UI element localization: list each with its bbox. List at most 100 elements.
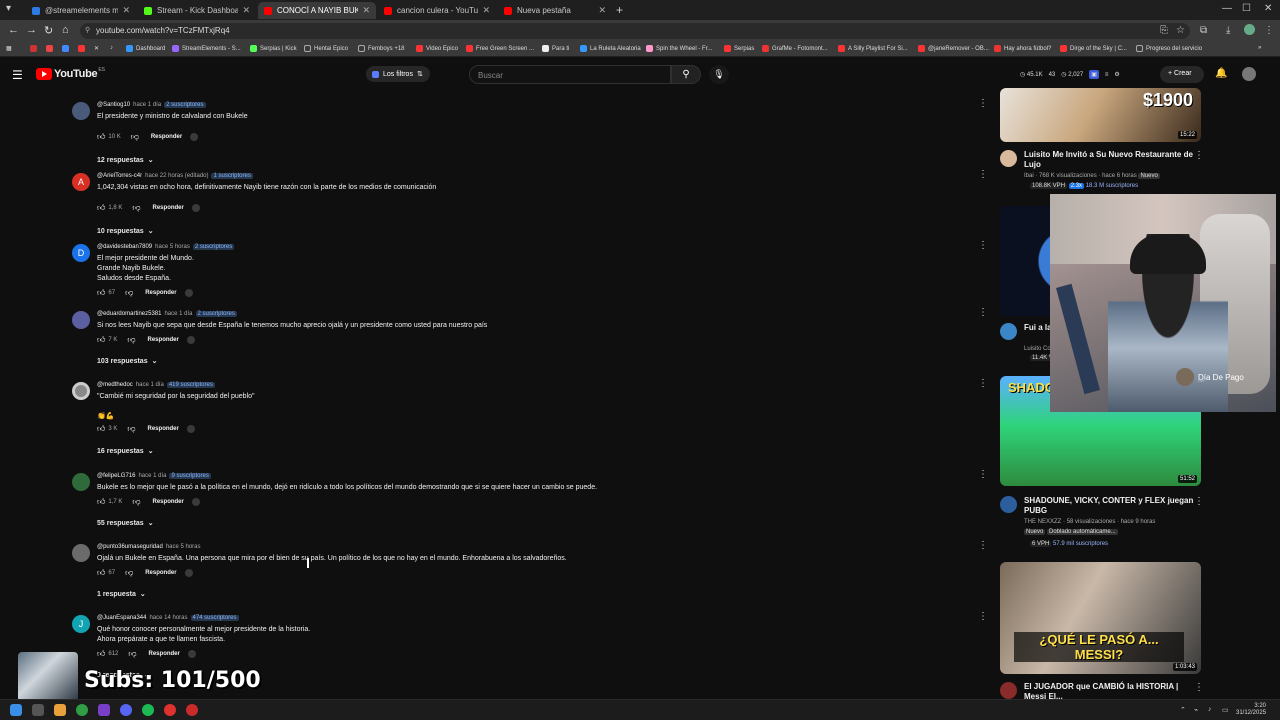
avatar[interactable] xyxy=(72,473,90,491)
list-icon[interactable]: ≡ xyxy=(1105,72,1109,78)
replies-toggle[interactable]: 55 respuestas ⌄ xyxy=(97,519,154,527)
video-thumbnail[interactable]: ¿QUÉ LE PASÓ A... MESSI? 1:03:43 xyxy=(1000,562,1201,674)
close-window-icon[interactable]: ✕ xyxy=(1264,3,1272,14)
bookmark-hentai-epico[interactable]: Hentai Epico xyxy=(304,45,348,52)
avatar[interactable] xyxy=(72,311,90,329)
replies-toggle[interactable]: 10 respuestas ⌄ xyxy=(97,227,154,235)
tab-nueva-pestana[interactable]: Nueva pestaña ✕ xyxy=(498,2,612,19)
channel-avatar[interactable] xyxy=(1000,150,1017,167)
extensions-icon[interactable]: ⧉ xyxy=(1200,25,1207,36)
more-vert-icon[interactable]: ⋮ xyxy=(1194,150,1204,161)
install-icon[interactable]: ⎘ xyxy=(1160,25,1168,36)
downloads-icon[interactable]: ⤓ xyxy=(1226,25,1230,36)
dislike-icon[interactable]: 👎︎ xyxy=(125,288,133,298)
app-icon[interactable] xyxy=(164,704,176,716)
like-icon[interactable]: 👍︎ xyxy=(97,649,105,659)
replies-toggle[interactable]: 16 respuestas ⌄ xyxy=(97,447,154,455)
obs-icon[interactable] xyxy=(186,704,198,716)
more-vert-icon[interactable]: ⋮ xyxy=(978,469,988,480)
reply-button[interactable]: Responder xyxy=(153,205,184,211)
discord-icon[interactable] xyxy=(120,704,132,716)
bookmark-serpias-kick[interactable]: Serpias | Kick xyxy=(250,45,297,52)
filters-button[interactable]: Los filtros ⇅ xyxy=(366,66,430,82)
bookmark-femboys[interactable]: Femboys +18 xyxy=(358,45,405,52)
mic-icon[interactable]: 🎙 xyxy=(709,65,729,84)
reply-button[interactable]: Responder xyxy=(148,337,179,343)
avatar[interactable]: D xyxy=(72,244,90,262)
apps-icon[interactable]: ▦ xyxy=(6,45,12,52)
search-icon[interactable] xyxy=(32,704,44,716)
bookmark-streamelements[interactable]: StreamElements - S... xyxy=(172,45,241,52)
forward-icon[interactable]: → xyxy=(26,24,37,36)
video-title[interactable]: Luisito Me Invitó a Su Nuevo Restaurante… xyxy=(1024,150,1194,170)
channel-avatar[interactable] xyxy=(1000,496,1017,513)
comment-author[interactable]: @eduardomartinez5381 xyxy=(97,311,161,317)
dislike-icon[interactable]: 👎︎ xyxy=(127,335,135,345)
like-icon[interactable]: 👍︎ xyxy=(97,497,105,507)
network-icon[interactable]: ⌁ xyxy=(1194,706,1198,714)
comment-author[interactable]: @medthedoc xyxy=(97,382,133,388)
bookmark-icon-docs[interactable] xyxy=(62,45,72,52)
new-tab-button[interactable]: + xyxy=(616,3,623,17)
more-vert-icon[interactable]: ⋮ xyxy=(978,611,988,622)
more-vert-icon[interactable]: ⋮ xyxy=(978,98,988,109)
like-icon[interactable]: 👍︎ xyxy=(97,568,105,578)
bookmark-serpias[interactable]: Serpias xyxy=(724,45,754,52)
dislike-icon[interactable]: 👎︎ xyxy=(132,203,140,213)
reply-button[interactable]: Responder xyxy=(149,651,180,657)
bookmark-green-screen[interactable]: Free Green Screen ... xyxy=(466,45,534,52)
bookmark-para-ti[interactable]: Para ti xyxy=(542,45,569,52)
like-icon[interactable]: 👍︎ xyxy=(97,288,105,298)
comment-author[interactable]: @Santiog10 xyxy=(97,102,130,108)
bookmark-dirge[interactable]: Dirge of the Sky | C... xyxy=(1060,45,1127,52)
bookmark-icon-yt[interactable] xyxy=(78,45,88,52)
video-title[interactable]: SHADOUNE, VICKY, CONTER y FLEX juegan PU… xyxy=(1024,496,1194,516)
more-vert-icon[interactable]: ⋮ xyxy=(1194,682,1204,693)
chrome-icon[interactable] xyxy=(76,704,88,716)
close-icon[interactable]: ✕ xyxy=(122,5,130,16)
more-vert-icon[interactable]: ⋮ xyxy=(978,378,988,389)
channel-avatar[interactable] xyxy=(1000,323,1017,340)
dislike-icon[interactable]: 👎︎ xyxy=(125,568,133,578)
app-icon[interactable] xyxy=(98,704,110,716)
reply-button[interactable]: Responder xyxy=(148,426,179,432)
spotify-icon[interactable] xyxy=(142,704,154,716)
bookmark-janeremover[interactable]: @janeRemover - OB... xyxy=(918,45,989,52)
more-vert-icon[interactable]: ⋮ xyxy=(978,540,988,551)
close-icon[interactable]: ✕ xyxy=(482,5,490,16)
menu-icon[interactable]: ☰ xyxy=(12,68,23,82)
reload-icon[interactable]: ↻ xyxy=(44,24,53,37)
avatar[interactable]: J xyxy=(72,615,90,633)
tray-up-icon[interactable]: ⌃ xyxy=(1180,706,1186,714)
more-vert-icon[interactable]: ⋮ xyxy=(978,240,988,251)
bookmark-progreso[interactable]: Progreso del servicio xyxy=(1136,45,1202,52)
start-icon[interactable] xyxy=(10,704,22,716)
search-input[interactable]: Buscar xyxy=(469,65,671,84)
bookmark-icon-kick[interactable] xyxy=(30,45,40,52)
like-icon[interactable]: 👍︎ xyxy=(97,203,105,213)
dislike-icon[interactable]: 👎︎ xyxy=(127,424,135,434)
reply-button[interactable]: Responder xyxy=(145,570,176,576)
replies-toggle[interactable]: 103 respuestas ⌄ xyxy=(97,357,157,365)
comment-author[interactable]: @JuanEspana344 xyxy=(97,615,146,621)
channel-avatar[interactable] xyxy=(1000,682,1017,699)
avatar[interactable]: A xyxy=(72,173,90,191)
close-icon[interactable]: ✕ xyxy=(362,5,370,16)
gear-icon[interactable]: ⚙ xyxy=(1114,71,1119,78)
star-icon[interactable]: ☆ xyxy=(1176,25,1185,36)
more-vert-icon[interactable]: ⋮ xyxy=(1194,496,1204,507)
back-icon[interactable]: ← xyxy=(8,24,19,36)
more-bookmarks-icon[interactable]: » xyxy=(1258,45,1261,51)
bookmark-icon-x[interactable]: ✕ xyxy=(94,45,99,52)
youtube-logo[interactable]: YouTube ES xyxy=(36,67,105,80)
dislike-icon[interactable]: 👎︎ xyxy=(131,132,139,142)
bell-icon[interactable]: 🔔 xyxy=(1215,68,1227,79)
tab-bukele-video[interactable]: CONOCÍ A NAYIB BUKELE (PRE✕ xyxy=(258,2,376,19)
bookmark-icon-tiktok[interactable]: ♪ xyxy=(110,45,113,51)
url-field[interactable]: ⚲ youtube.com/watch?v=TCzFMTxjRq4 xyxy=(80,23,1190,39)
more-vert-icon[interactable]: ⋮ xyxy=(978,307,988,318)
bookmark-icon-mail[interactable] xyxy=(46,45,56,52)
like-icon[interactable]: 👍︎ xyxy=(97,424,105,434)
comment-author[interactable]: @davidesteban7809 xyxy=(97,244,152,250)
minimize-icon[interactable]: — xyxy=(1222,3,1232,14)
